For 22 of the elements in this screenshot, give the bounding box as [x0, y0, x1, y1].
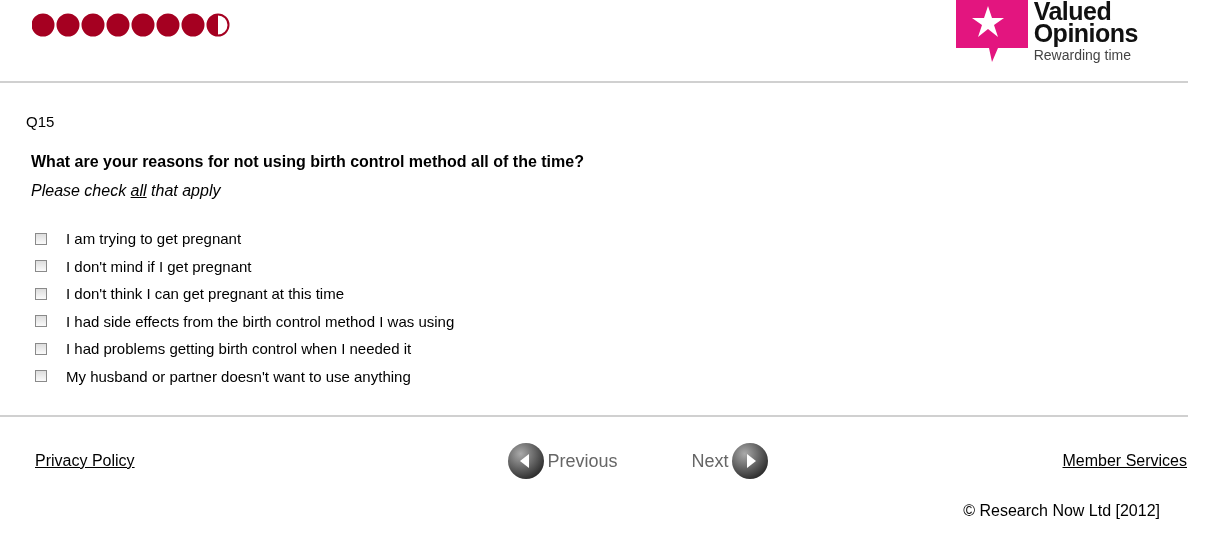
option-label: I don't mind if I get pregnant	[66, 257, 252, 275]
option-label: I don't think I can get pregnant at this time	[66, 285, 345, 303]
logo-tagline: Rewarding time	[1033, 47, 1132, 63]
checkbox[interactable]	[35, 232, 47, 245]
instruction-text: Please check all that apply	[31, 182, 221, 200]
next-button[interactable]: Next	[691, 442, 769, 480]
option-label: My husband or partner doesn't want to use anything	[66, 367, 411, 385]
question-text: What are your reasons for not using birth control method all of the time?	[31, 153, 584, 171]
option-label: I had side effects from the birth control method I was using	[66, 312, 455, 330]
privacy-policy-link[interactable]: Privacy Policy	[35, 452, 454, 470]
checkbox[interactable]	[35, 260, 47, 273]
checkbox[interactable]	[35, 370, 47, 383]
checkbox[interactable]	[35, 342, 47, 355]
member-services-link[interactable]: Member Services	[1062, 452, 1187, 470]
checkbox[interactable]	[35, 287, 47, 300]
question-number: Q15	[26, 113, 55, 130]
option-label: I had problems getting birth control when I needed it	[66, 340, 412, 358]
copyright-text: © Research Now Ltd [2012]	[963, 502, 1160, 519]
checkbox[interactable]	[35, 315, 47, 328]
logo-text: Valued	[1033, 0, 1112, 22]
option-label: I am trying to get pregnant	[66, 230, 242, 248]
previous-button[interactable]: Previous	[507, 442, 618, 480]
